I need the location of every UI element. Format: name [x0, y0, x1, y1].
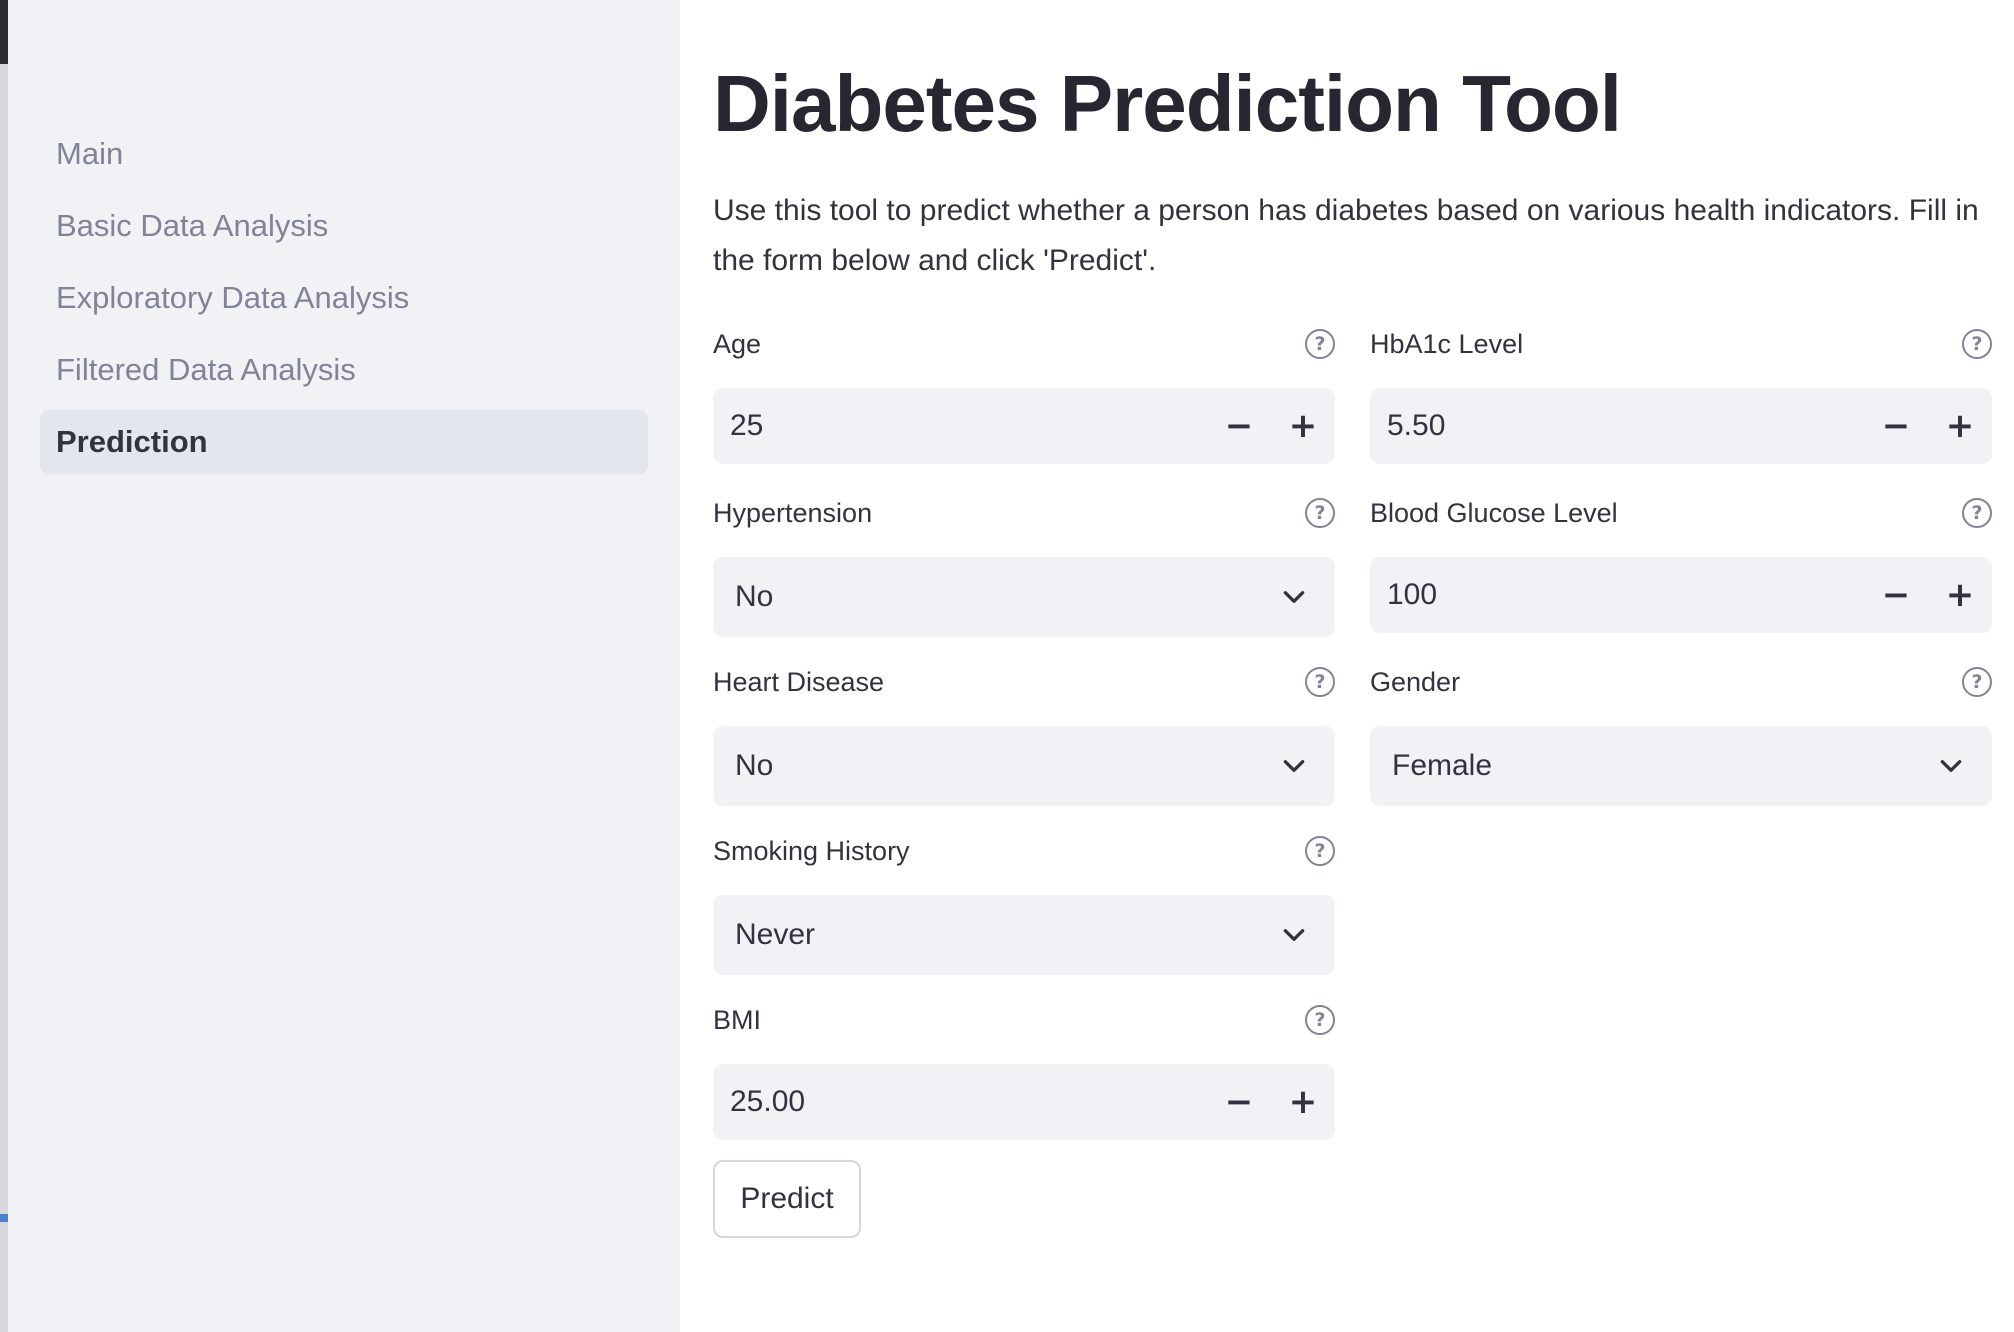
bmi-value[interactable]: 25.00	[713, 1085, 805, 1119]
help-circle-icon[interactable]: ?	[1962, 667, 1992, 697]
heart-disease-selected-value[interactable]: No	[713, 749, 773, 783]
minus-icon[interactable]: −	[1864, 557, 1928, 633]
plus-icon[interactable]: +	[1928, 557, 1992, 633]
minus-icon[interactable]: −	[1207, 1064, 1271, 1140]
bmi-field: BMI ? 25.00 − +	[713, 998, 1335, 1140]
gender-label-row: Gender ?	[1370, 660, 1992, 704]
chevron-down-icon[interactable]	[1281, 753, 1307, 779]
gender-label: Gender	[1370, 667, 1461, 697]
heart-disease-label-row: Heart Disease ?	[713, 660, 1335, 704]
sidebar-item-exploratory-data-analysis[interactable]: Exploratory Data Analysis	[40, 266, 648, 330]
smoking-history-field: Smoking History ? Never	[713, 829, 1335, 975]
age-number-input[interactable]: 25 − +	[713, 388, 1335, 464]
help-circle-icon[interactable]: ?	[1305, 498, 1335, 528]
edge-dark-block	[0, 0, 8, 64]
hypertension-field: Hypertension ? No	[713, 491, 1335, 637]
heart-disease-select[interactable]: No	[713, 726, 1335, 806]
hypertension-label-row: Hypertension ?	[713, 491, 1335, 535]
sidebar-nav: Main Basic Data Analysis Exploratory Dat…	[40, 122, 648, 482]
bmi-label: BMI	[713, 1005, 762, 1035]
chevron-down-icon[interactable]	[1281, 584, 1307, 610]
sidebar: Main Basic Data Analysis Exploratory Dat…	[8, 0, 680, 1332]
help-circle-icon[interactable]: ?	[1305, 667, 1335, 697]
smoking-history-selected-value[interactable]: Never	[713, 918, 815, 952]
intro-text: Use this tool to predict whether a perso…	[713, 194, 1979, 277]
hba1c-field: HbA1c Level ? 5.50 − +	[1370, 322, 1992, 464]
help-circle-icon[interactable]: ?	[1962, 329, 1992, 359]
age-field: Age ? 25 − +	[713, 322, 1335, 464]
hypertension-selected-value[interactable]: No	[713, 580, 773, 614]
sidebar-item-main[interactable]: Main	[40, 122, 648, 186]
plus-icon[interactable]: +	[1271, 1064, 1335, 1140]
heart-disease-field: Heart Disease ? No	[713, 660, 1335, 806]
help-circle-icon[interactable]: ?	[1305, 1005, 1335, 1035]
smoking-history-label-row: Smoking History ?	[713, 829, 1335, 873]
age-value[interactable]: 25	[713, 409, 763, 443]
gender-select[interactable]: Female	[1370, 726, 1992, 806]
minus-icon[interactable]: −	[1207, 388, 1271, 464]
bmi-number-input[interactable]: 25.00 − +	[713, 1064, 1335, 1140]
blood-glucose-number-input[interactable]: 100 − +	[1370, 557, 1992, 633]
chevron-down-icon[interactable]	[1281, 922, 1307, 948]
hypertension-label: Hypertension	[713, 498, 873, 528]
age-label-row: Age ?	[713, 322, 1335, 366]
hba1c-label-row: HbA1c Level ?	[1370, 322, 1992, 366]
gender-field: Gender ? Female	[1370, 660, 1992, 806]
predict-button[interactable]: Predict	[713, 1160, 861, 1238]
plus-icon[interactable]: +	[1928, 388, 1992, 464]
blood-glucose-value[interactable]: 100	[1370, 578, 1437, 612]
app-window: Main Basic Data Analysis Exploratory Dat…	[0, 0, 2014, 1332]
help-circle-icon[interactable]: ?	[1305, 836, 1335, 866]
minus-icon[interactable]: −	[1864, 388, 1928, 464]
age-label: Age	[713, 329, 762, 359]
plus-icon[interactable]: +	[1271, 388, 1335, 464]
window-edge	[0, 0, 8, 1332]
page-title: Diabetes Prediction Tool	[713, 59, 1622, 148]
sidebar-item-filtered-data-analysis[interactable]: Filtered Data Analysis	[40, 338, 648, 402]
chevron-down-icon[interactable]	[1938, 753, 1964, 779]
hba1c-value[interactable]: 5.50	[1370, 409, 1445, 443]
edge-blue-marker	[0, 1214, 8, 1222]
blood-glucose-label: Blood Glucose Level	[1370, 498, 1618, 528]
main-content: Diabetes Prediction Tool Use this tool t…	[680, 0, 2014, 1332]
hba1c-number-input[interactable]: 5.50 − +	[1370, 388, 1992, 464]
blood-glucose-label-row: Blood Glucose Level ?	[1370, 491, 1992, 535]
help-circle-icon[interactable]: ?	[1962, 498, 1992, 528]
smoking-history-label: Smoking History	[713, 836, 910, 866]
help-circle-icon[interactable]: ?	[1305, 329, 1335, 359]
hba1c-label: HbA1c Level	[1370, 329, 1524, 359]
sidebar-item-basic-data-analysis[interactable]: Basic Data Analysis	[40, 194, 648, 258]
bmi-label-row: BMI ?	[713, 998, 1335, 1042]
heart-disease-label: Heart Disease	[713, 667, 885, 697]
smoking-history-select[interactable]: Never	[713, 895, 1335, 975]
blood-glucose-field: Blood Glucose Level ? 100 − +	[1370, 491, 1992, 633]
gender-selected-value[interactable]: Female	[1370, 749, 1492, 783]
hypertension-select[interactable]: No	[713, 557, 1335, 637]
sidebar-item-prediction[interactable]: Prediction	[40, 410, 648, 474]
